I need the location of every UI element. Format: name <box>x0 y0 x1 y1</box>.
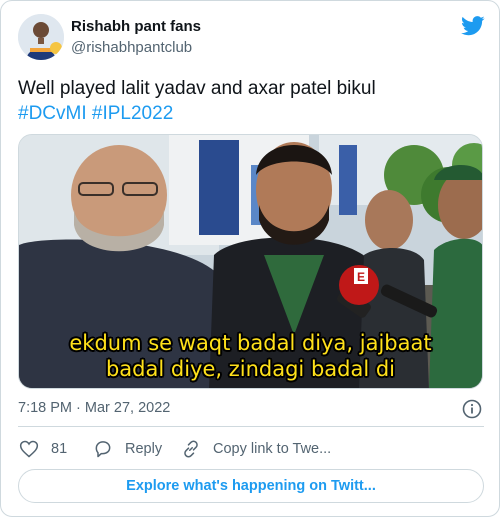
reply-button[interactable]: Reply <box>93 437 162 461</box>
twitter-bird-icon[interactable] <box>461 16 485 36</box>
copy-link-label: Copy link to Twe... <box>213 441 332 457</box>
reply-label: Reply <box>125 441 163 457</box>
tweet-image[interactable]: E ekdum se waqt badal diya, jajbaat bada… <box>18 134 483 389</box>
tweet-text: Well played lalit yadav and axar patel b… <box>18 76 484 126</box>
divider <box>18 426 484 427</box>
tweet-body: Well played lalit yadav and axar patel b… <box>18 78 376 99</box>
reply-icon <box>95 441 111 458</box>
hashtag-link[interactable]: #IPL2022 <box>92 103 173 124</box>
caption-line-1: ekdum se waqt badal diya, jajbaat <box>69 331 432 355</box>
avatar[interactable] <box>18 14 64 60</box>
link-icon <box>184 440 198 458</box>
author-handle[interactable]: @rishabhpantclub <box>71 39 192 56</box>
explore-button[interactable]: Explore what's happening on Twitt... <box>18 469 484 503</box>
like-count: 81 <box>51 441 68 457</box>
timestamp[interactable]: 7:18 PM · Mar 27, 2022 <box>18 400 170 416</box>
hashtag-link[interactable]: #DCvMI <box>18 103 87 124</box>
tweet-card: Rishabh pant fans @rishabhpantclub Well … <box>0 0 500 517</box>
copy-link-button[interactable]: Copy link to Twe... <box>181 437 331 461</box>
like-button[interactable]: 81 <box>19 437 67 461</box>
mic-flag-text: E <box>357 270 365 284</box>
author-name[interactable]: Rishabh pant fans <box>71 18 201 35</box>
caption-line-2: badal diye, zindagi badal di <box>105 357 396 381</box>
heart-icon <box>19 440 39 458</box>
info-icon[interactable] <box>462 399 482 419</box>
explore-label: Explore what's happening on Twitt... <box>126 478 376 494</box>
